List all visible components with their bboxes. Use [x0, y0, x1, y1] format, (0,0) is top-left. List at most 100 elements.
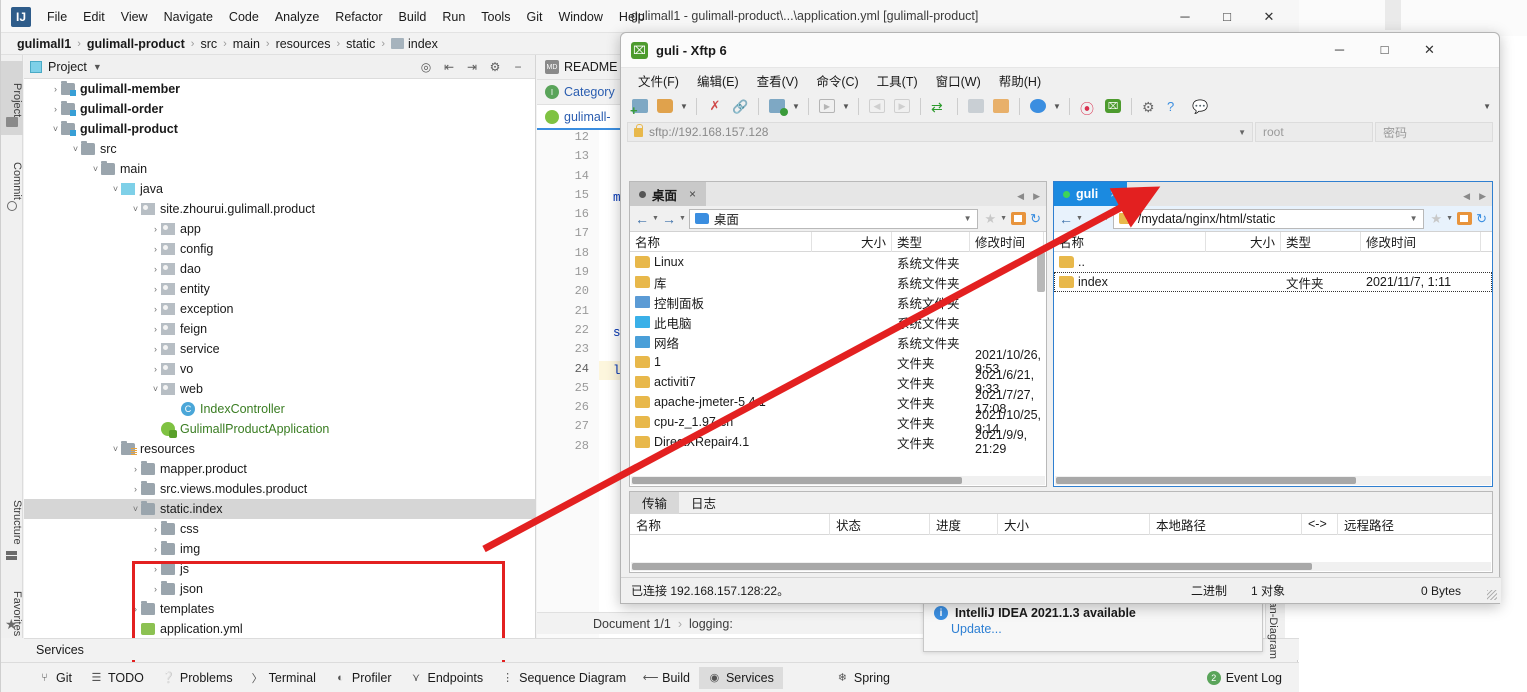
menu-view[interactable]: View	[113, 6, 156, 28]
xftp-menu-edit[interactable]: 编辑(E)	[688, 68, 748, 93]
file-row[interactable]: DirectXRepair4.1 文件夹 2021/9/9, 21:29	[630, 428, 1046, 456]
tree-node-gulimall-order[interactable]: › gulimall-order	[24, 99, 535, 119]
notification-update-link[interactable]: Update...	[924, 622, 1262, 636]
tree-node-src[interactable]: ˅ src	[24, 139, 535, 159]
toolbar-overflow-icon[interactable]: ▼	[1483, 102, 1491, 111]
chevron-down-icon[interactable]: ▼	[1076, 215, 1083, 222]
chevron-down-icon[interactable]: ˅	[90, 164, 101, 174]
file-row[interactable]: 控制面板 系统文件夹	[630, 292, 1046, 312]
xftp-menu-window[interactable]: 窗口(W)	[927, 68, 990, 93]
menu-code[interactable]: Code	[221, 6, 267, 28]
tree-node-vo[interactable]: › vo	[24, 359, 535, 379]
chevron-down-icon[interactable]: ▼	[679, 102, 689, 111]
tool-window-favorites[interactable]: Favorites	[1, 575, 23, 653]
bookmark-star-icon[interactable]: ★	[985, 211, 997, 227]
breadcrumb-item-module[interactable]: gulimall-product	[87, 37, 185, 51]
tree-node-img[interactable]: › img	[24, 539, 535, 559]
menu-run[interactable]: Run	[434, 6, 473, 28]
tree-node-src-views-modules-product[interactable]: › src.views.modules.product	[24, 479, 535, 499]
tree-node-web[interactable]: ˅ web	[24, 379, 535, 399]
tree-node-entity[interactable]: › entity	[24, 279, 535, 299]
expand-all-icon[interactable]: ⇤	[442, 60, 456, 74]
remote-tab-guli[interactable]: guli ×	[1054, 182, 1128, 206]
menu-git[interactable]: Git	[518, 6, 550, 28]
settings-button[interactable]: ⚙	[1139, 96, 1161, 117]
tree-node-gulimall-product[interactable]: ˅ gulimall-product	[24, 119, 535, 139]
breadcrumb-item-src[interactable]: src	[200, 37, 217, 51]
back-icon[interactable]: ←	[1059, 211, 1073, 227]
menu-file[interactable]: File	[39, 6, 75, 28]
chevron-right-icon[interactable]: ›	[150, 564, 161, 574]
tree-node-gulimall-member[interactable]: › gulimall-member	[24, 79, 535, 99]
tool-window-structure[interactable]: Structure	[1, 485, 23, 559]
breadcrumb-item-project[interactable]: gulimall1	[17, 37, 71, 51]
back-icon[interactable]: ←	[635, 211, 649, 227]
status-item-todo[interactable]: ☰ TODO	[81, 667, 153, 689]
status-item-build[interactable]: ⟵ Build	[635, 667, 699, 689]
tree-node-json[interactable]: › json	[24, 579, 535, 599]
tree-node-application-yml[interactable]: ›application.yml	[24, 619, 535, 638]
xftp-menu-command[interactable]: 命令(C)	[807, 68, 867, 93]
breadcrumb-item-static[interactable]: static	[346, 37, 375, 51]
tree-node-indexcontroller[interactable]: ›CIndexController	[24, 399, 535, 419]
idea-minimize-button[interactable]: ─	[1164, 4, 1206, 30]
close-icon[interactable]: ×	[689, 187, 696, 201]
transfer-col-progress[interactable]: 进度	[930, 513, 998, 535]
tab-scroll-left-icon[interactable]: ◀	[1017, 191, 1024, 202]
file-row[interactable]: ..	[1054, 252, 1492, 272]
local-col-modified[interactable]: 修改时间	[970, 231, 1044, 252]
forward-icon[interactable]: →	[662, 211, 676, 227]
transfer-col-status[interactable]: 状态	[830, 513, 930, 535]
menu-tools[interactable]: Tools	[473, 6, 518, 28]
chevron-down-icon[interactable]: ˅	[50, 124, 61, 134]
tree-node-app[interactable]: › app	[24, 219, 535, 239]
file-row[interactable]: Linux 系统文件夹	[630, 252, 1046, 272]
tree-node-js[interactable]: › js	[24, 559, 535, 579]
session-settings-button[interactable]	[766, 96, 788, 117]
tab-scroll-right-icon[interactable]: ▶	[1479, 191, 1486, 202]
remote-path-input[interactable]: /mydata/nginx/html/static ▼	[1112, 208, 1424, 229]
forward-icon[interactable]: →	[1086, 211, 1100, 227]
status-item-services[interactable]: ◉ Services	[698, 666, 783, 689]
refresh-icon[interactable]: ↻	[1030, 211, 1041, 227]
chevron-right-icon[interactable]: ›	[150, 284, 161, 294]
run-button[interactable]: ▶	[816, 96, 838, 117]
transfer-col-size[interactable]: 大小	[998, 513, 1150, 535]
chevron-right-icon[interactable]: ›	[150, 584, 161, 594]
gear-icon[interactable]: ⚙	[488, 60, 502, 74]
xftp-menu-help[interactable]: 帮助(H)	[990, 68, 1050, 93]
remote-horizontal-scrollbar[interactable]	[1055, 476, 1491, 485]
chevron-down-icon[interactable]: ▼	[1238, 128, 1246, 137]
local-col-name[interactable]: 名称	[630, 231, 812, 252]
local-col-size[interactable]: 大小	[812, 231, 892, 252]
local-tab-desktop[interactable]: 桌面 ×	[630, 182, 707, 206]
paste-button[interactable]	[990, 96, 1012, 117]
tree-node-exception[interactable]: › exception	[24, 299, 535, 319]
new-file-button[interactable]	[629, 96, 651, 118]
idea-maximize-button[interactable]: □	[1206, 4, 1248, 30]
tree-node-feign[interactable]: › feign	[24, 319, 535, 339]
tree-node-dao[interactable]: › dao	[24, 259, 535, 279]
xftp-maximize-button[interactable]: □	[1362, 35, 1407, 65]
tree-node-mapper-product[interactable]: › mapper.product	[24, 459, 535, 479]
chevron-right-icon[interactable]: ›	[150, 244, 161, 254]
home-icon[interactable]	[1457, 212, 1473, 225]
breadcrumb-item-main[interactable]: main	[233, 37, 260, 51]
transfer-left-button[interactable]: ◀	[866, 96, 888, 117]
chevron-right-icon[interactable]: ›	[150, 344, 161, 354]
remote-col-name[interactable]: 名称	[1054, 231, 1206, 252]
hide-icon[interactable]: −	[511, 60, 525, 74]
menu-build[interactable]: Build	[391, 6, 435, 28]
tree-node-site-zhourui-gulimall-product[interactable]: ˅ site.zhourui.gulimall.product	[24, 199, 535, 219]
tree-node-service[interactable]: › service	[24, 339, 535, 359]
password-field[interactable]: 密码	[1375, 122, 1493, 142]
disconnect-button[interactable]: ✗	[704, 96, 726, 117]
chevron-right-icon[interactable]: ›	[130, 484, 141, 494]
transfer-col-direction[interactable]: <->	[1302, 513, 1338, 535]
tree-node-templates[interactable]: › templates	[24, 599, 535, 619]
transfer-right-button[interactable]: ▶	[891, 96, 913, 117]
chevron-down-icon[interactable]: ▼	[1052, 102, 1062, 111]
transfer-horizontal-scrollbar[interactable]	[631, 562, 1491, 571]
chevron-down-icon[interactable]: ˅	[110, 444, 121, 454]
chevron-down-icon[interactable]: ▼	[791, 102, 801, 111]
